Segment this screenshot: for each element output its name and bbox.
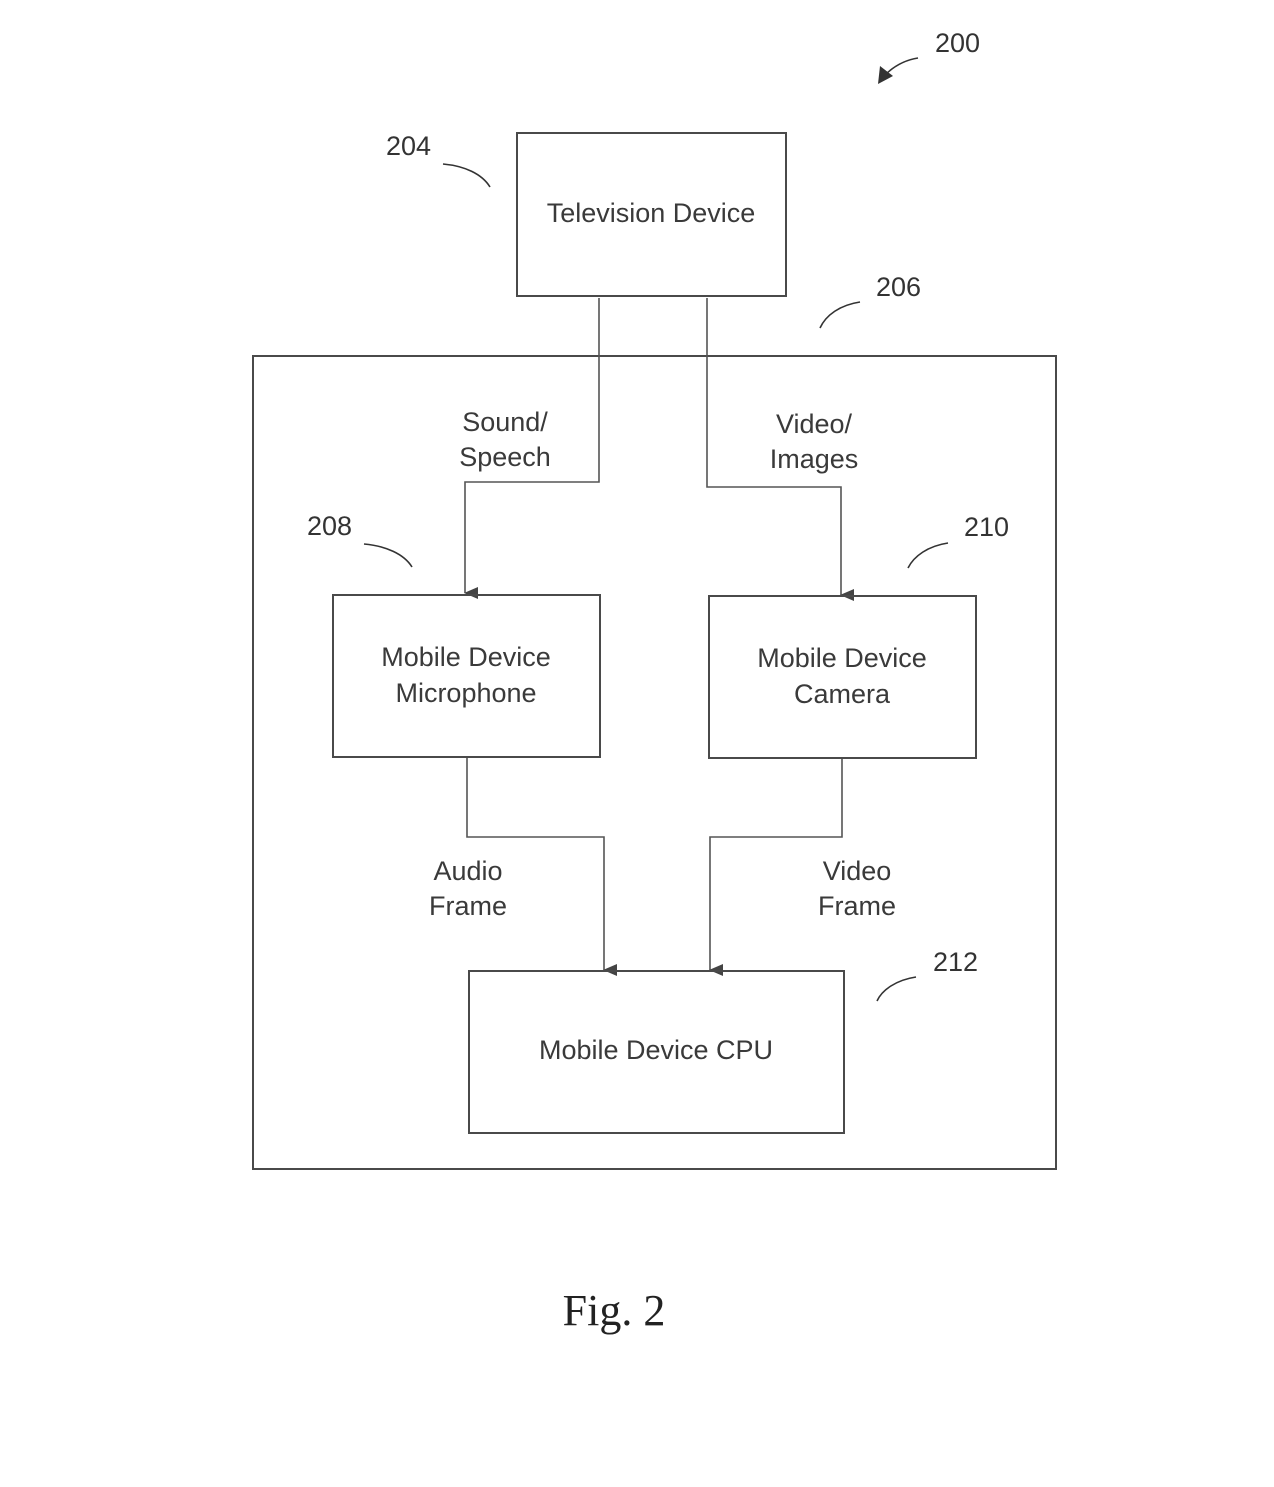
microphone-label-line1: Mobile Device — [381, 642, 551, 672]
video-frame-label-line1: Video — [823, 856, 892, 886]
figure-reference-label: 200 — [935, 28, 980, 58]
microphone-block — [332, 594, 601, 758]
audio-frame-label-line1: Audio — [433, 856, 502, 886]
cpu-label: Mobile Device CPU — [539, 1035, 773, 1065]
mobile-device-ref-label: 206 — [876, 272, 921, 302]
camera-label-line2: Camera — [794, 679, 891, 709]
camera-ref-label: 210 — [964, 512, 1009, 542]
mobile-device-ref-leader — [819, 301, 861, 329]
camera-ref-leader — [907, 542, 949, 569]
video-frame-label-line2: Frame — [818, 891, 896, 921]
figure-caption: Fig. 2 — [563, 1286, 666, 1335]
television-ref-label: 204 — [386, 131, 431, 161]
video-images-label-line2: Images — [770, 444, 859, 474]
video-images-label-line1: Video/ — [776, 409, 853, 439]
microphone-ref-leader — [363, 543, 413, 568]
cpu-ref-label: 212 — [933, 947, 978, 977]
television-device-label: Television Device — [547, 198, 756, 228]
cpu-ref-leader — [876, 976, 917, 1002]
camera-label-line1: Mobile Device — [757, 643, 927, 673]
figure-reference-arrowhead-icon — [878, 66, 893, 84]
audio-frame-label-line2: Frame — [429, 891, 507, 921]
camera-block — [708, 595, 977, 759]
block-diagram: 200 Television Device 204 206 Sound/ Spe… — [252, 28, 1057, 1335]
microphone-label-line2: Microphone — [395, 678, 536, 708]
sound-speech-label-line2: Speech — [459, 442, 551, 472]
television-ref-leader — [442, 163, 491, 188]
sound-speech-label-line1: Sound/ — [462, 407, 548, 437]
microphone-ref-label: 208 — [307, 511, 352, 541]
